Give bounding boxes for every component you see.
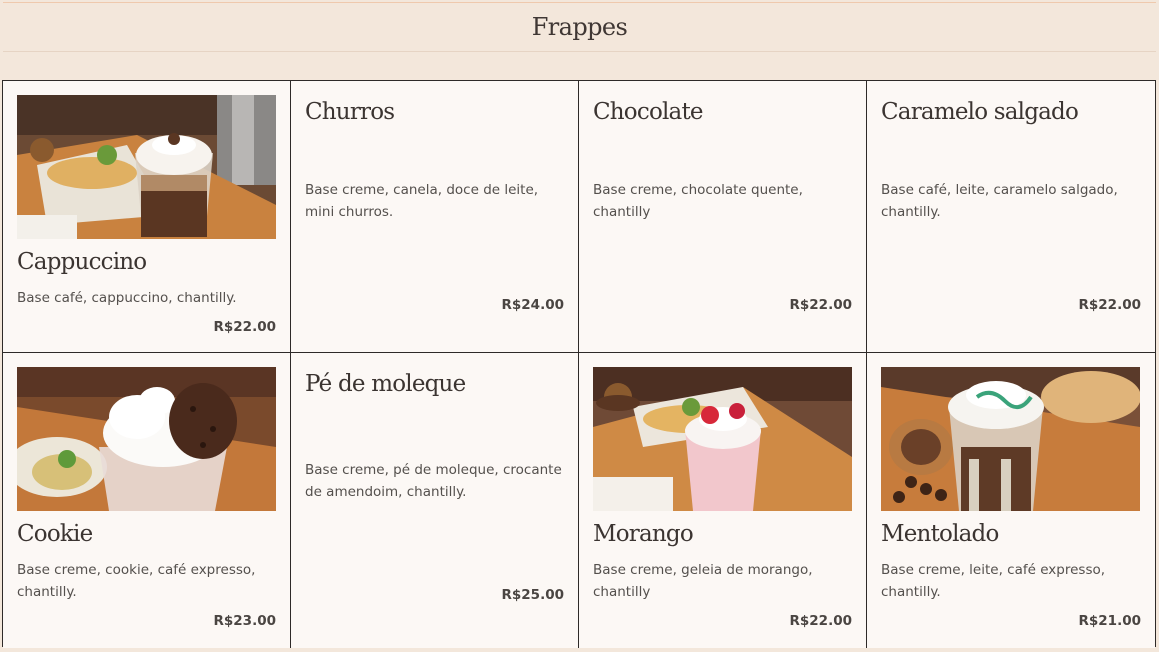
menu-item-price: R$21.00 bbox=[1078, 613, 1142, 629]
menu-item-name: Pé de moleque bbox=[305, 371, 466, 397]
menu-item-price: R$25.00 bbox=[501, 587, 565, 603]
menu-card-churros[interactable]: Churros Base creme, canela, doce de leit… bbox=[291, 81, 579, 353]
menu-item-description: Base creme, leite, café expresso, chanti… bbox=[881, 562, 1106, 600]
menu-item-description: Base creme, cookie, café expresso, chant… bbox=[17, 562, 256, 600]
mint-frappe-photo bbox=[881, 367, 1140, 511]
menu-item-price: R$22.00 bbox=[789, 297, 853, 313]
menu-item-name: Cappuccino bbox=[17, 249, 147, 275]
strawberry-frappe-photo bbox=[593, 367, 852, 511]
menu-item-description: Base creme, pé de moleque, crocante de a… bbox=[305, 462, 562, 500]
section-header: Frappes bbox=[3, 2, 1156, 52]
menu-item-name: Caramelo salgado bbox=[881, 99, 1079, 125]
menu-item-description: Base creme, chocolate quente, chantilly bbox=[593, 182, 803, 220]
menu-item-description: Base creme, canela, doce de leite, mini … bbox=[305, 182, 539, 220]
menu-card-chocolate[interactable]: Chocolate Base creme, chocolate quente, … bbox=[579, 81, 867, 353]
menu-item-price: R$22.00 bbox=[789, 613, 853, 629]
cookie-frappe-photo bbox=[17, 367, 276, 511]
section-title: Frappes bbox=[531, 13, 628, 41]
menu-card-cookie[interactable]: Cookie Base creme, cookie, café expresso… bbox=[3, 353, 291, 648]
menu-item-price: R$22.00 bbox=[1078, 297, 1142, 313]
menu-card-pe-de-moleque[interactable]: Pé de moleque Base creme, pé de moleque,… bbox=[291, 353, 579, 648]
menu-item-description: Base café, cappuccino, chantilly. bbox=[17, 290, 237, 306]
menu-item-description: Base creme, geleia de morango, chantilly bbox=[593, 562, 813, 600]
menu-item-name: Chocolate bbox=[593, 99, 704, 125]
menu-item-name: Morango bbox=[593, 521, 694, 547]
menu-item-name: Cookie bbox=[17, 521, 93, 547]
menu-card-morango[interactable]: Morango Base creme, geleia de morango, c… bbox=[579, 353, 867, 648]
menu-item-price: R$22.00 bbox=[213, 319, 277, 335]
menu-item-price: R$23.00 bbox=[213, 613, 277, 629]
menu-card-mentolado[interactable]: Mentolado Base creme, leite, café expres… bbox=[867, 353, 1155, 648]
menu-card-caramelo-salgado[interactable]: Caramelo salgado Base café, leite, caram… bbox=[867, 81, 1155, 353]
menu-card-cappuccino[interactable]: Cappuccino Base café, cappuccino, chanti… bbox=[3, 81, 291, 353]
menu-item-name: Churros bbox=[305, 99, 395, 125]
menu-grid: Cappuccino Base café, cappuccino, chanti… bbox=[2, 80, 1156, 648]
menu-item-name: Mentolado bbox=[881, 521, 999, 547]
menu-item-description: Base café, leite, caramelo salgado, chan… bbox=[881, 182, 1118, 220]
menu-item-price: R$24.00 bbox=[501, 297, 565, 313]
cappuccino-frappe-photo bbox=[17, 95, 276, 239]
